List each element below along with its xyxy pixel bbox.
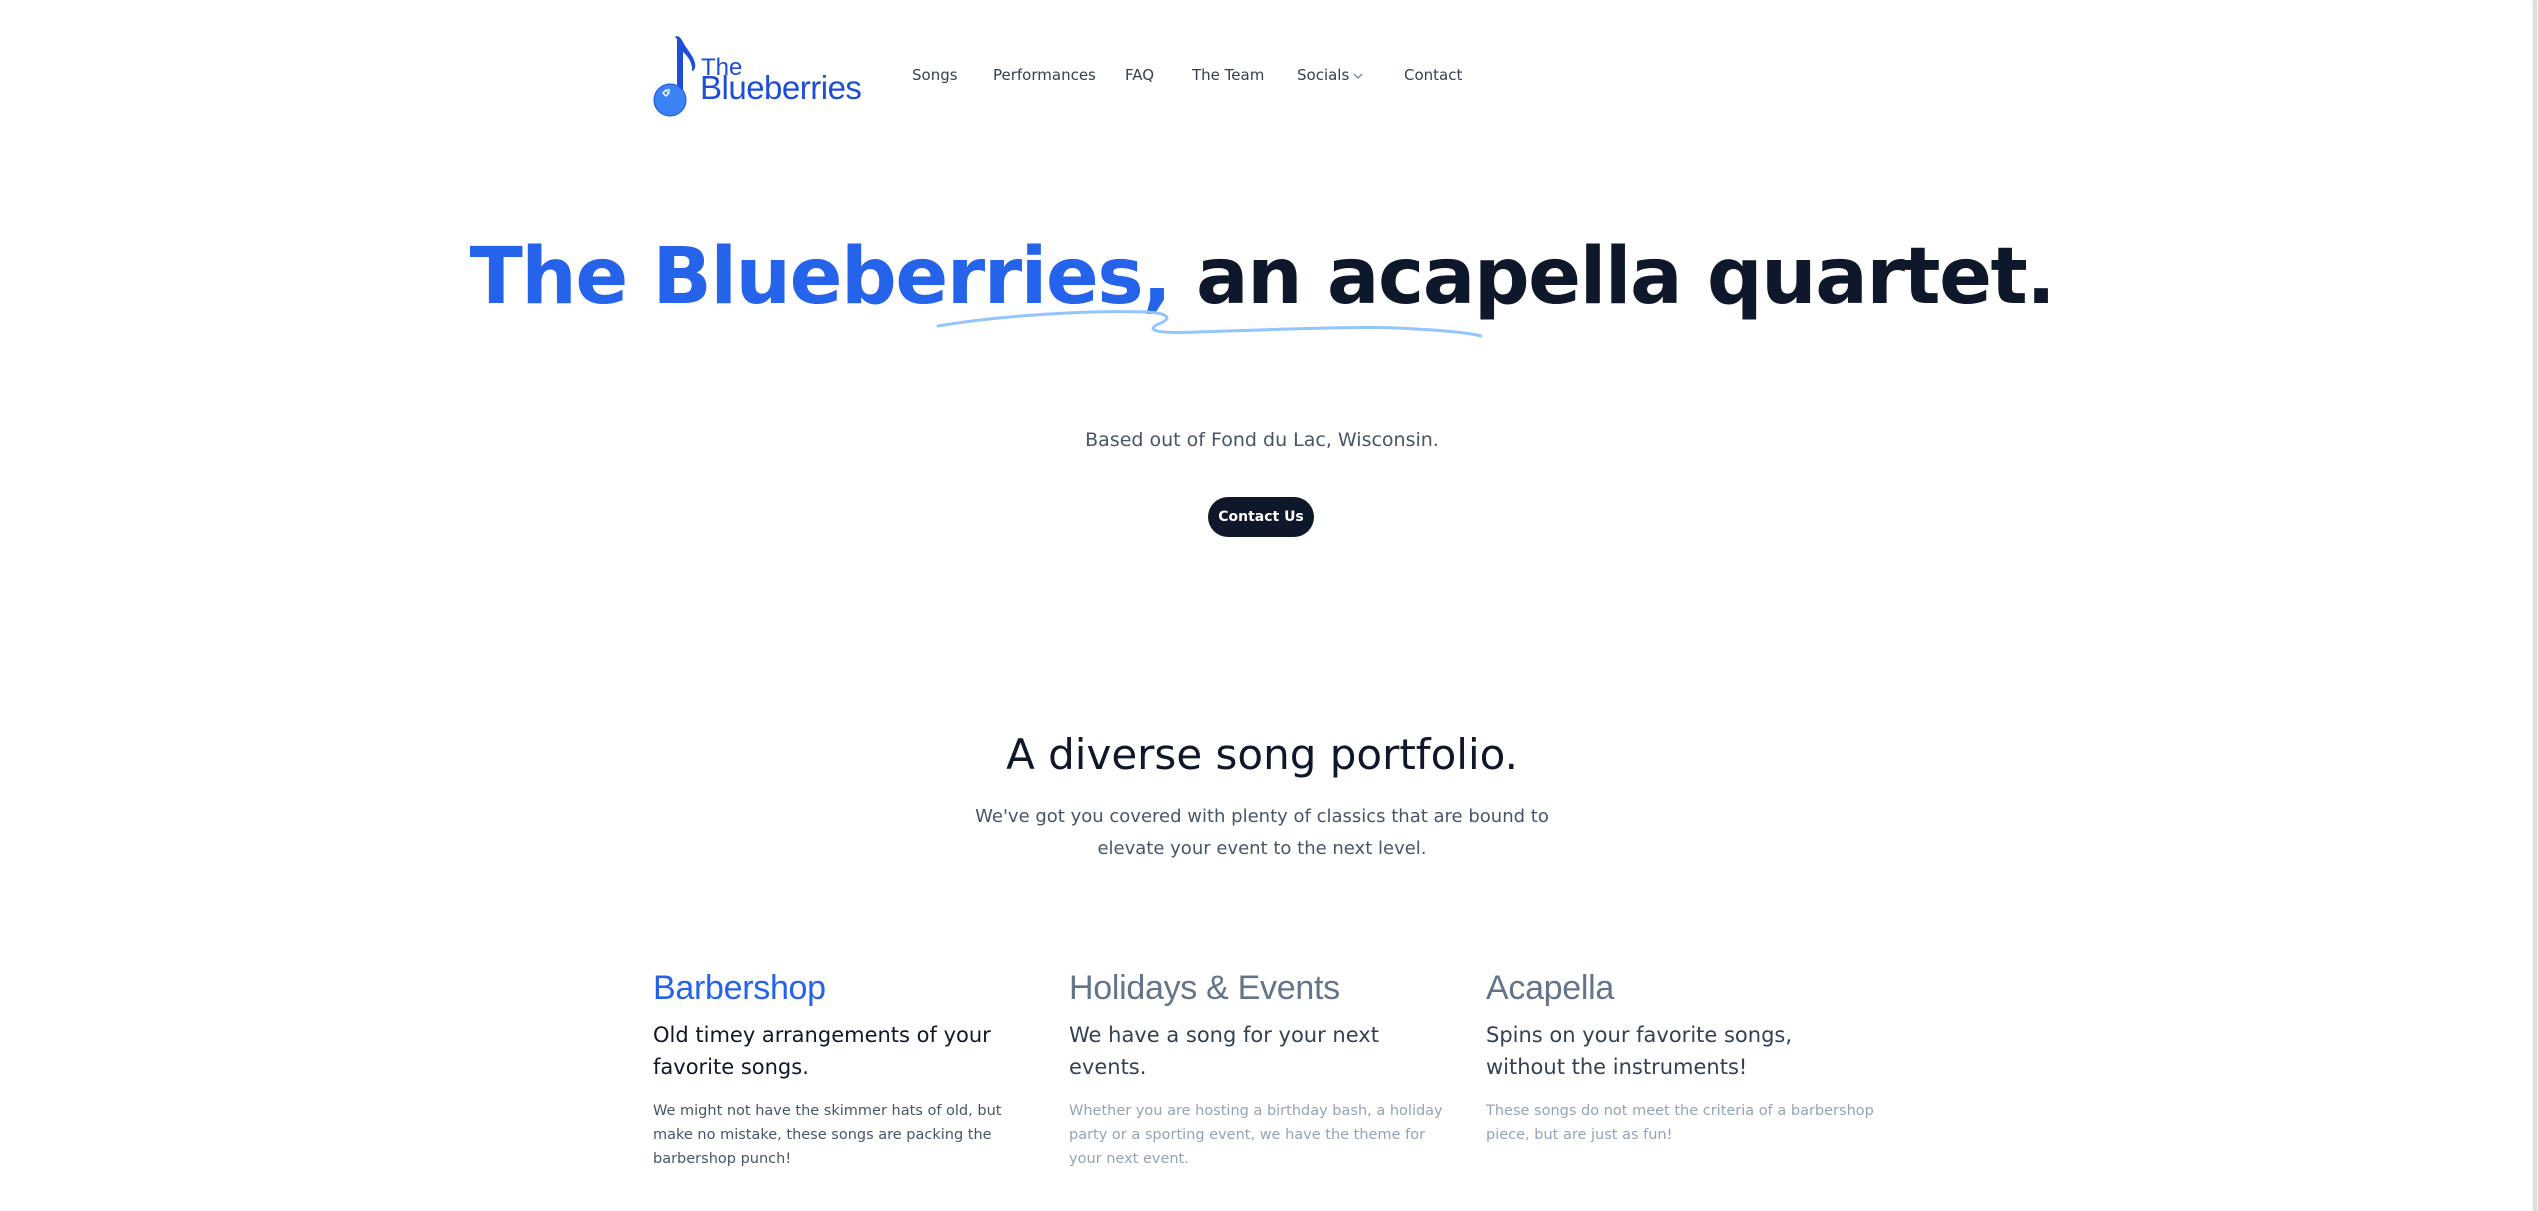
scrollbar-track[interactable] bbox=[2532, 0, 2538, 1211]
card-title: Holidays & Events bbox=[1069, 969, 1340, 1007]
card-subtitle: Old timey arrangements of your favorite … bbox=[653, 1023, 991, 1079]
nav-item-faq[interactable]: FAQ bbox=[1125, 66, 1154, 84]
card-body: We might not have the skimmer hats of ol… bbox=[653, 1103, 1002, 1167]
card-acapella[interactable]: Acapella Spins on your favorite songs, w… bbox=[1486, 965, 1876, 1147]
chevron-down-icon bbox=[1353, 73, 1363, 79]
nav-item-socials[interactable]: Socials bbox=[1297, 66, 1363, 84]
nav-item-the-team[interactable]: The Team bbox=[1192, 66, 1264, 84]
contact-us-button[interactable]: Contact Us bbox=[1208, 497, 1314, 537]
nav-item-performances[interactable]: Performances bbox=[993, 66, 1096, 84]
portfolio-title: A diverse song portfolio. bbox=[1006, 730, 1518, 779]
card-subtitle: Spins on your favorite songs, without th… bbox=[1486, 1023, 1793, 1079]
card-body: Whether you are hosting a birthday bash,… bbox=[1069, 1103, 1443, 1167]
hero-subtitle: Based out of Fond du Lac, Wisconsin. bbox=[1085, 429, 1439, 451]
card-subtitle: We have a song for your next events. bbox=[1069, 1023, 1379, 1079]
logo-text-name: Blueberries bbox=[700, 69, 862, 106]
portfolio-subtitle: We've got you covered with plenty of cla… bbox=[975, 806, 1549, 859]
home-logo-link[interactable]: The Blueberries bbox=[653, 33, 862, 118]
card-barbershop[interactable]: Barbershop Old timey arrangements of you… bbox=[653, 965, 1043, 1171]
nav-item-socials-label: Socials bbox=[1297, 66, 1350, 84]
card-holidays-events[interactable]: Holidays & Events We have a song for you… bbox=[1069, 965, 1459, 1171]
scrollbar-thumb[interactable] bbox=[2533, 0, 2537, 1211]
card-title: Acapella bbox=[1486, 969, 1615, 1007]
nav-item-contact[interactable]: Contact bbox=[1404, 66, 1462, 84]
card-body: These songs do not meet the criteria of … bbox=[1486, 1103, 1874, 1143]
card-title: Barbershop bbox=[653, 969, 826, 1007]
underline-scribble-icon bbox=[936, 310, 1483, 338]
music-note-logo-icon bbox=[653, 36, 696, 117]
nav-item-songs[interactable]: Songs bbox=[912, 66, 958, 84]
